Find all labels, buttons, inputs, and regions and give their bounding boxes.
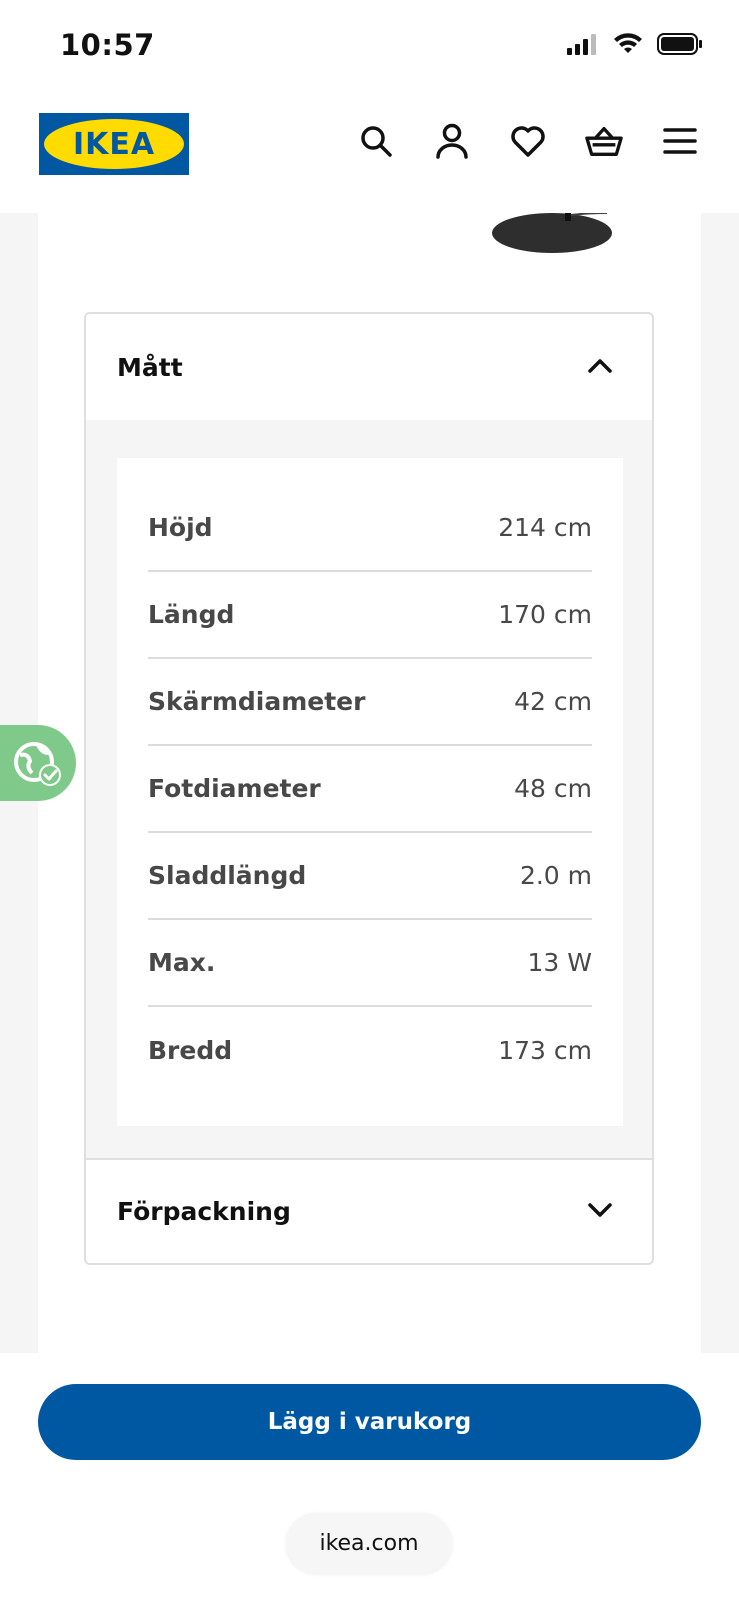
spec-label: Längd (148, 600, 235, 629)
chevron-up-icon (588, 357, 612, 377)
packaging-header[interactable]: Förpackning (86, 1158, 652, 1263)
cart-icon[interactable] (585, 121, 623, 161)
spec-value: 173 cm (498, 1036, 592, 1065)
spec-label: Bredd (148, 1036, 233, 1065)
product-image-fragment (487, 212, 667, 273)
spec-row: Höjd 214 cm (148, 485, 592, 572)
status-bar: 10:57 (0, 0, 739, 95)
spec-row: Skärmdiameter 42 cm (148, 659, 592, 746)
spec-value: 42 cm (514, 687, 592, 716)
bottom-bar: Lägg i varukorg ikea.com (0, 1353, 739, 1600)
signal-icon (567, 33, 599, 59)
spec-value: 170 cm (498, 600, 592, 629)
spec-label: Sladdlängd (148, 861, 307, 890)
account-icon[interactable] (433, 121, 471, 161)
spec-row: Sladdlängd 2.0 m (148, 833, 592, 920)
spec-row: Längd 170 cm (148, 572, 592, 659)
dimensions-header[interactable]: Mått (86, 314, 652, 420)
spec-label: Max. (148, 948, 216, 977)
browser-url-bar[interactable]: ikea.com (286, 1513, 452, 1573)
battery-icon (657, 32, 703, 60)
packaging-title: Förpackning (117, 1197, 291, 1226)
search-icon[interactable] (357, 121, 395, 161)
header-nav (357, 121, 699, 161)
spec-label: Höjd (148, 513, 213, 542)
add-to-cart-button[interactable]: Lägg i varukorg (38, 1384, 701, 1460)
spec-label: Fotdiameter (148, 774, 321, 803)
site-header: IKEA (0, 95, 739, 213)
wifi-icon (613, 33, 643, 59)
status-icons (567, 32, 703, 60)
globe-check-icon (0, 742, 76, 805)
dimensions-title: Mått (117, 352, 183, 382)
ikea-logo[interactable]: IKEA (39, 113, 189, 175)
eco-globe-badge[interactable] (0, 725, 76, 801)
spec-row: Max. 13 W (148, 920, 592, 1007)
spec-value: 13 W (527, 948, 592, 977)
spec-row: Fotdiameter 48 cm (148, 746, 592, 833)
menu-icon[interactable] (661, 121, 699, 161)
spec-value: 2.0 m (519, 861, 592, 890)
logo-text: IKEA (72, 126, 156, 162)
spec-row: Bredd 173 cm (148, 1007, 592, 1094)
heart-icon[interactable] (509, 121, 547, 161)
spec-value: 48 cm (514, 774, 592, 803)
spec-value: 214 cm (498, 513, 592, 542)
spec-label: Skärmdiameter (148, 687, 366, 716)
chevron-down-icon (588, 1202, 612, 1222)
spec-card: Höjd 214 cm Längd 170 cm Skärmdiameter 4… (117, 458, 623, 1126)
dimensions-body: Höjd 214 cm Längd 170 cm Skärmdiameter 4… (86, 420, 652, 1158)
product-info-accordion: Mått Höjd 214 cm Längd 170 cm Skärmdiame… (84, 312, 654, 1265)
status-time: 10:57 (60, 28, 155, 62)
